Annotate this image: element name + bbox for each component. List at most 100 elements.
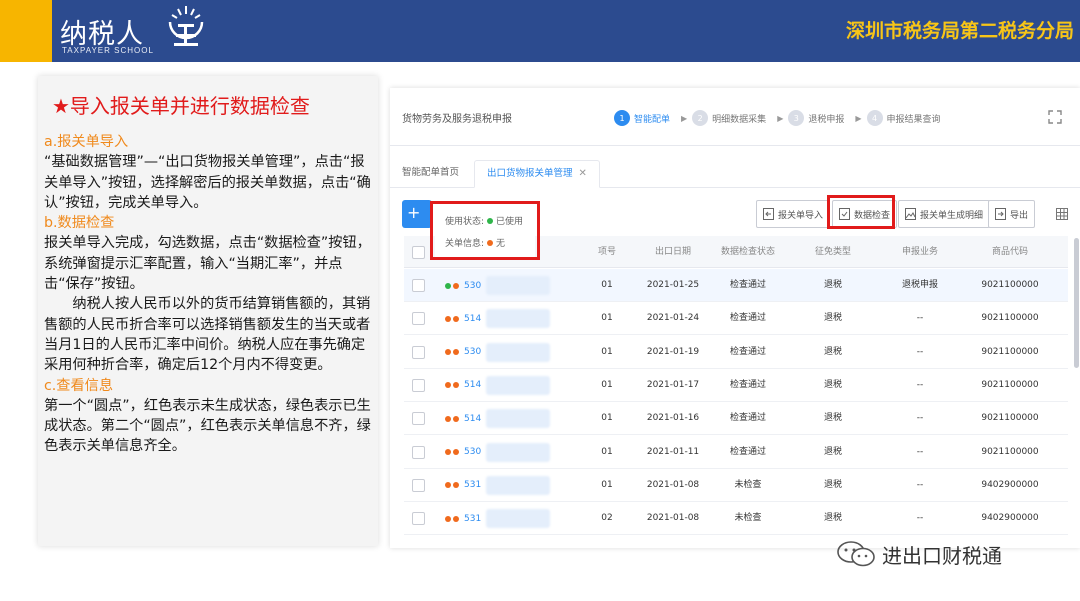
cell-code: 9021100000 xyxy=(981,313,1039,324)
fullscreen-icon[interactable] xyxy=(1048,110,1062,124)
cell-check: 检查通过 xyxy=(729,280,766,290)
cell-item: 01 xyxy=(601,413,613,424)
usage-status-dot-icon xyxy=(445,349,451,356)
redacted-number xyxy=(486,442,550,462)
cell-code: 9402900000 xyxy=(981,479,1039,490)
export-icon xyxy=(995,208,1006,220)
row-checkbox[interactable] xyxy=(412,279,425,292)
table-row[interactable]: 514 01 2021-01-16 检查通过 退税 -- 9021100000 xyxy=(404,402,1068,436)
cell-biz: 退税申报 xyxy=(901,280,938,290)
column-header: 征免类型 xyxy=(814,247,851,257)
button-label: 报关单生成明细 xyxy=(920,210,984,221)
section-b-text: 报关单导入完成，勾选数据，点击“数据检查”按钮，系统弹窗提示汇率配置，输入“当期… xyxy=(44,235,371,293)
table-row[interactable]: 514 01 2021-01-17 检查通过 退税 -- 9021100000 xyxy=(404,368,1068,402)
status-dots: 514 xyxy=(444,402,481,435)
cell-code: 9021100000 xyxy=(981,346,1039,357)
step-1[interactable]: 1 智能配单 xyxy=(614,110,670,126)
declaration-number-link[interactable]: 531 xyxy=(464,480,481,490)
step-label: 申报结果查询 xyxy=(886,114,941,125)
button-label: 导出 xyxy=(1010,210,1029,221)
step-arrow-icon: ▶ xyxy=(681,113,688,123)
step-3[interactable]: 3 退税申报 xyxy=(788,110,844,126)
status-dots: 531 xyxy=(444,469,481,502)
table-row[interactable]: 530 01 2021-01-11 检查通过 退税 -- 9021100000 xyxy=(404,435,1068,469)
usage-status-dot-icon xyxy=(445,282,451,289)
top-banner: 纳税人 TAXPAYER SCHOOL 深圳市税务局第二税务分局 xyxy=(0,0,1080,62)
step-4[interactable]: 4 申报结果查询 xyxy=(866,110,941,126)
step-progress: 1 智能配单 ▶ 2 明细数据采集 ▶ 3 退税申报 ▶ 4 申报结果查询 xyxy=(614,106,947,130)
tab-customs-declaration-management[interactable]: 出口货物报关单管理 ✕ xyxy=(474,160,600,188)
table-row[interactable]: 531 02 2021-01-08 未检查 退税 -- 9402900000 xyxy=(404,502,1068,536)
status-dots: 531 xyxy=(444,502,481,535)
declaration-number-link[interactable]: 530 xyxy=(464,347,481,357)
step-label: 明细数据采集 xyxy=(712,114,767,125)
table-row[interactable]: 531 01 2021-01-08 未检查 退税 -- 9402900000 xyxy=(404,468,1068,502)
row-checkbox[interactable] xyxy=(412,312,425,326)
step-number: 3 xyxy=(788,110,805,126)
table-row[interactable]: 530 01 2021-01-19 检查通过 退税 -- 9021100000 xyxy=(404,335,1068,369)
section-b-text-2: 纳税人按人民币以外的货币结算销售额的，其销售额的人民币折合率可以选择销售额发生的… xyxy=(44,296,371,374)
step-arrow-icon: ▶ xyxy=(855,113,862,123)
generate-detail-button[interactable]: 报关单生成明细 xyxy=(898,200,991,228)
declaration-number-link[interactable]: 530 xyxy=(464,447,481,457)
tab-label: 出口货物报关单管理 xyxy=(487,168,573,179)
cell-biz: -- xyxy=(916,346,924,357)
cell-tax: 退税 xyxy=(823,313,842,324)
instruction-body: a.报关单导入 “基础数据管理”—“出口货物报关单管理”，点击“报关单导入”按钮… xyxy=(44,132,372,457)
row-checkbox[interactable] xyxy=(412,412,425,426)
step-label: 退税申报 xyxy=(808,114,845,125)
cell-check: 检查通过 xyxy=(729,446,766,457)
row-checkbox[interactable] xyxy=(412,512,425,526)
section-a-title: a.报关单导入 xyxy=(44,134,129,150)
step-2[interactable]: 2 明细数据采集 xyxy=(692,110,766,126)
declaration-info-dot-icon xyxy=(453,349,459,356)
declaration-number-link[interactable]: 514 xyxy=(464,314,481,324)
status-dots: 514 xyxy=(444,369,481,402)
close-icon[interactable]: ✕ xyxy=(579,168,587,179)
import-declaration-button[interactable]: 报关单导入 xyxy=(756,200,831,228)
tab-smart-matching-home[interactable]: 智能配单首页 xyxy=(390,160,471,188)
usage-status-dot-icon xyxy=(445,482,451,489)
step-label: 智能配单 xyxy=(634,114,671,125)
declaration-info-dot-icon xyxy=(453,482,459,489)
import-icon xyxy=(763,208,774,220)
select-all-checkbox[interactable] xyxy=(412,246,425,259)
cell-tax: 退税 xyxy=(823,280,842,290)
cell-biz: -- xyxy=(916,313,924,324)
cell-date: 2021-01-17 xyxy=(646,379,700,390)
export-button[interactable]: 导出 xyxy=(988,200,1036,228)
cell-date: 2021-01-08 xyxy=(646,513,700,524)
step-arrow-icon: ▶ xyxy=(777,113,784,123)
app-header: 货物劳务及服务退税申报 1 智能配单 ▶ 2 明细数据采集 ▶ 3 退税申报 ▶… xyxy=(390,88,1080,146)
row-checkbox[interactable] xyxy=(412,345,425,359)
watermark-text: 进出口财税通 xyxy=(882,543,1002,568)
usage-status-dot-icon xyxy=(445,415,451,422)
cell-date: 2021-01-24 xyxy=(646,313,700,324)
cell-biz: -- xyxy=(916,413,924,424)
row-checkbox[interactable] xyxy=(412,378,425,392)
cell-check: 检查通过 xyxy=(729,413,766,424)
tab-label: 智能配单首页 xyxy=(402,167,460,178)
row-checkbox[interactable] xyxy=(412,445,425,459)
step-number: 4 xyxy=(866,110,883,126)
cell-item: 01 xyxy=(601,479,613,490)
row-checkbox[interactable] xyxy=(412,478,425,492)
declaration-number-link[interactable]: 530 xyxy=(464,281,481,291)
declaration-number-link[interactable]: 514 xyxy=(464,380,481,390)
add-button[interactable]: + xyxy=(402,200,432,228)
redacted-number xyxy=(486,342,550,362)
logo-subtitle: TAXPAYER SCHOOL xyxy=(62,46,154,55)
cell-code: 9021100000 xyxy=(981,379,1039,390)
status-dots: 530 xyxy=(444,436,481,469)
declaration-number-link[interactable]: 514 xyxy=(464,414,481,424)
column-settings-icon[interactable] xyxy=(1056,208,1068,220)
table-row[interactable]: 514 01 2021-01-24 检查通过 退税 -- 9021100000 xyxy=(404,302,1068,336)
declaration-number-link[interactable]: 531 xyxy=(464,514,481,524)
instruction-title: ★导入报关单并进行数据检查 xyxy=(52,94,310,118)
usage-status-dot-icon xyxy=(445,382,451,389)
cell-code: 9021100000 xyxy=(981,413,1039,424)
cell-item: 01 xyxy=(601,280,613,290)
column-header: 商品代码 xyxy=(991,247,1028,257)
table-row[interactable]: 530 01 2021-01-25 检查通过 退税 退税申报 9021100000 xyxy=(404,269,1068,302)
scrollbar[interactable] xyxy=(1074,238,1079,368)
